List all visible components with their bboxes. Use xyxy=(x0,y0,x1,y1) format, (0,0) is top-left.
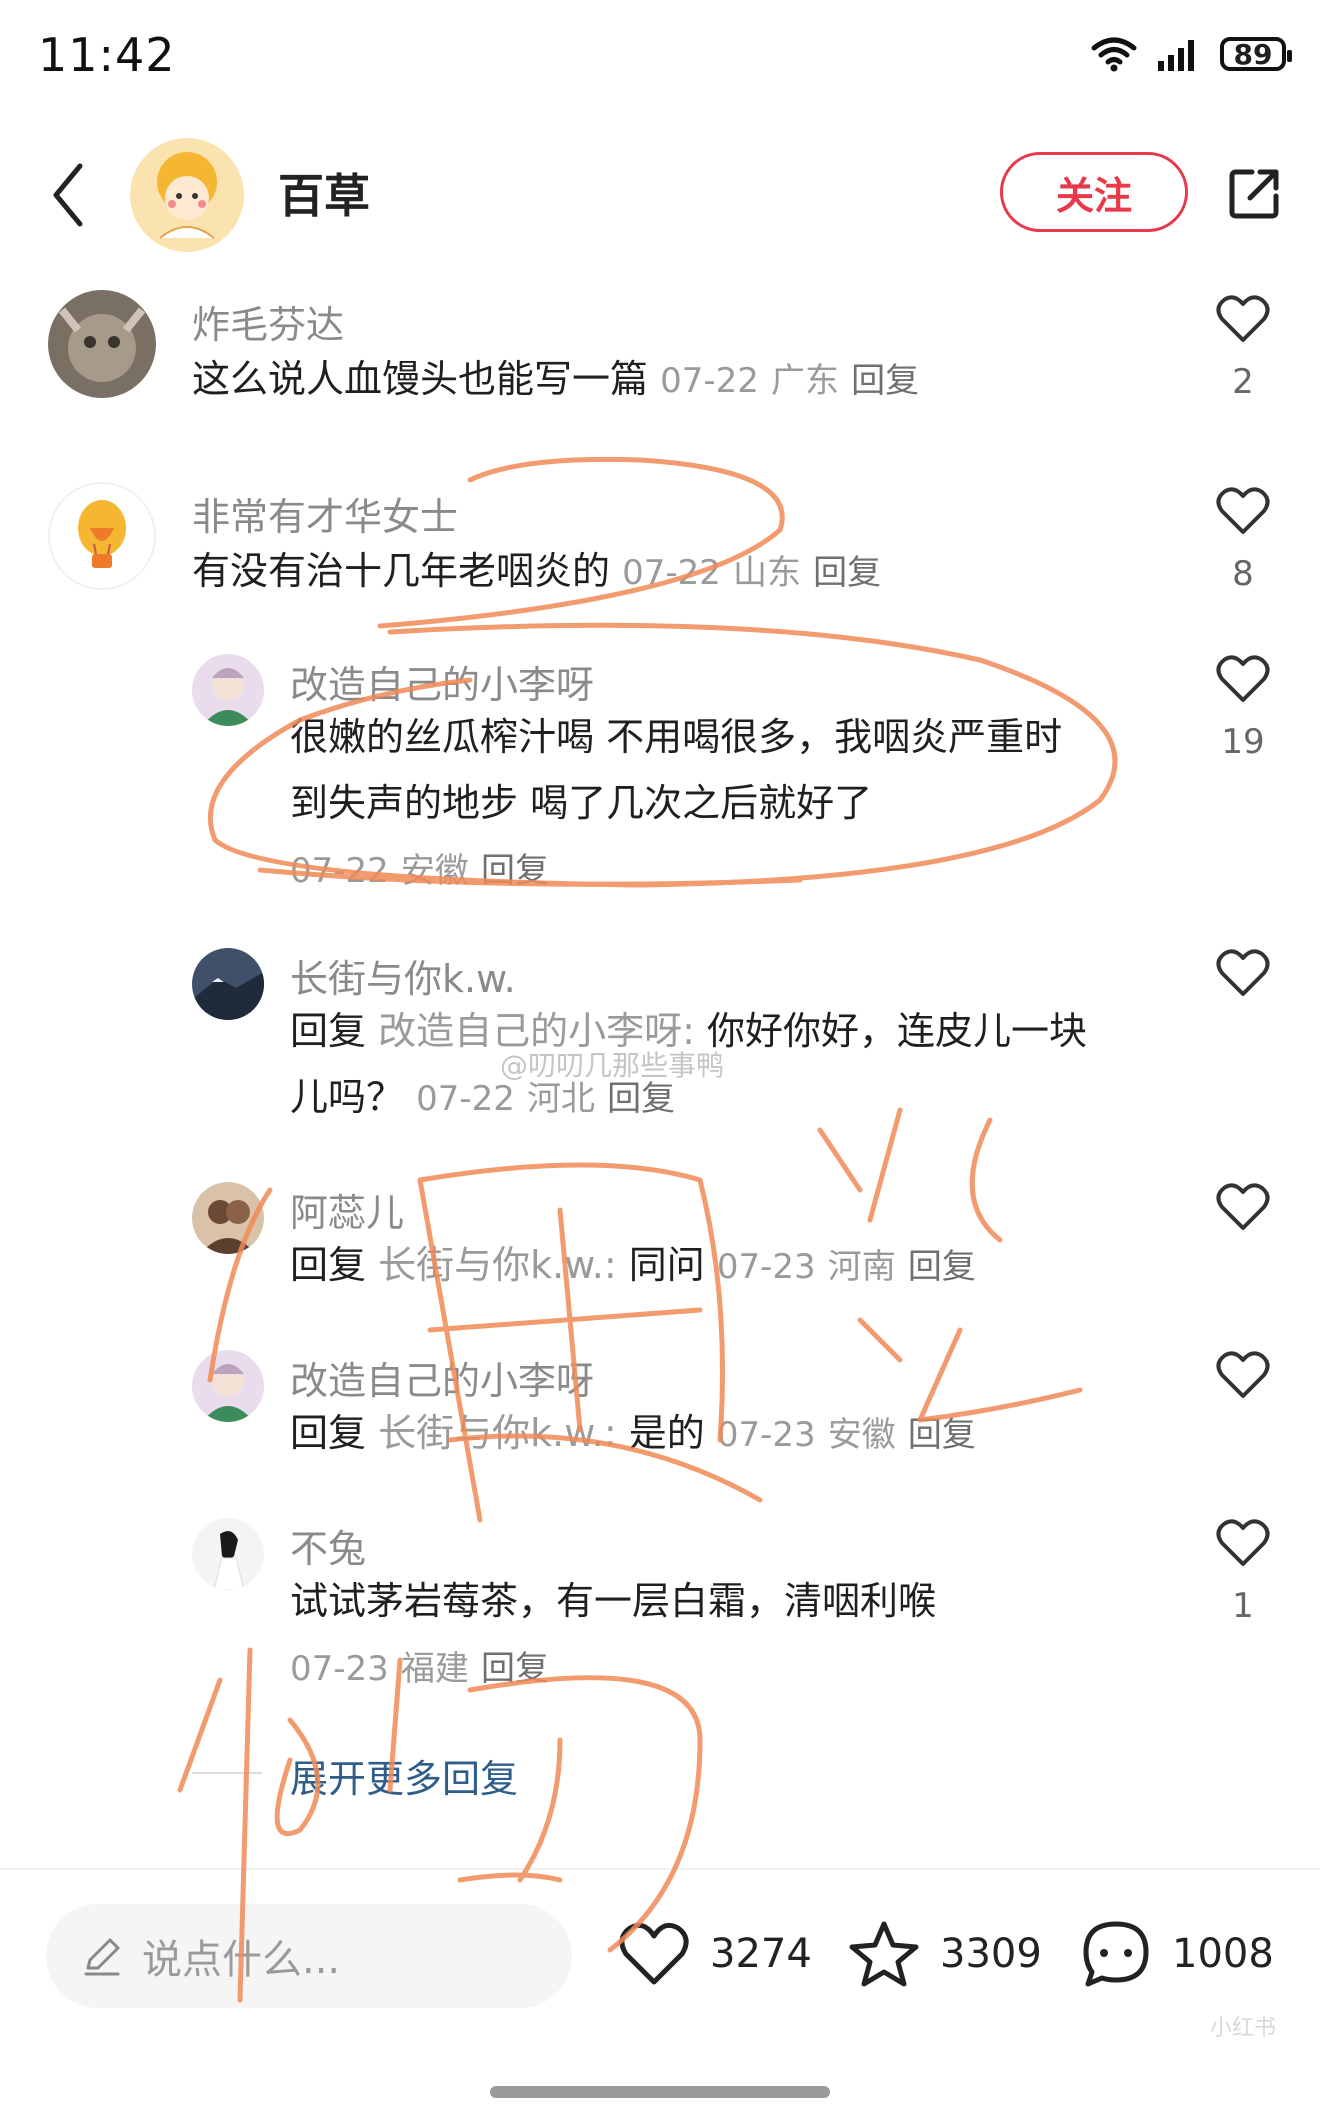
reply-username[interactable]: 长街与你k.w. xyxy=(290,948,516,1003)
avatar[interactable] xyxy=(192,948,264,1020)
reply-username[interactable]: 改造自己的小李呀 xyxy=(290,1350,594,1405)
reply-location: 河南 xyxy=(827,1247,896,1287)
reply-date: 07-23 xyxy=(716,1247,816,1287)
like-count: 2 xyxy=(1232,362,1254,402)
reply-username[interactable]: 改造自己的小李呀 xyxy=(290,654,594,709)
reply-link[interactable]: 回复 xyxy=(908,1415,976,1455)
like-count: 1 xyxy=(1232,1586,1254,1626)
expand-more-replies[interactable]: 展开更多回复 xyxy=(290,1748,518,1803)
avatar[interactable] xyxy=(48,290,156,398)
reply-prefix: 回复 xyxy=(290,1411,367,1455)
avatar[interactable] xyxy=(192,654,264,726)
avatar[interactable] xyxy=(48,482,156,590)
comment-body: 这么说人血馒头也能写一篇 xyxy=(192,357,649,401)
reply-link[interactable]: 回复 xyxy=(908,1247,976,1287)
heart-icon[interactable] xyxy=(1216,294,1270,344)
author-avatar[interactable] xyxy=(130,138,244,252)
heart-icon[interactable] xyxy=(1216,1182,1270,1232)
bottom-bar: 说点什么... 3274 3309 1008 xyxy=(0,1868,1320,2050)
comment-input[interactable]: 说点什么... xyxy=(46,1904,572,2008)
reply-date: 07-22 xyxy=(416,1079,515,1119)
follow-button[interactable]: 关注 xyxy=(1000,152,1188,232)
signal-icon xyxy=(1158,40,1194,71)
reply-link[interactable]: 回复 xyxy=(481,1649,549,1689)
reply-line: 到失声的地步 喝了几次之后就好了 xyxy=(290,781,873,825)
status-time: 11:42 xyxy=(38,28,176,82)
reply-link[interactable]: 回复 xyxy=(813,553,881,593)
like-button[interactable]: 3274 xyxy=(618,1918,812,1990)
star-icon xyxy=(849,1921,919,1987)
reply-link[interactable]: 回复 xyxy=(607,1079,675,1119)
corner-watermark: 小红书 xyxy=(1210,2016,1277,2041)
reply-link[interactable]: 回复 xyxy=(851,361,919,401)
reply-location: 安徽 xyxy=(827,1415,896,1455)
reply-date: 07-22 xyxy=(290,851,389,891)
heart-icon[interactable] xyxy=(1216,654,1270,704)
heart-icon[interactable] xyxy=(1216,486,1270,536)
home-indicator[interactable] xyxy=(490,2086,830,2098)
reply-date: 07-23 xyxy=(716,1415,816,1455)
back-icon[interactable] xyxy=(48,160,88,230)
heart-icon[interactable] xyxy=(1216,1350,1270,1400)
pen-icon xyxy=(84,1938,120,1976)
like-total: 3274 xyxy=(710,1931,812,1977)
reply-body-cont: 儿吗？ xyxy=(290,1075,405,1119)
reply-link[interactable]: 回复 xyxy=(481,851,549,891)
comment-date: 07-22 xyxy=(622,553,721,593)
comment-location: 广东 xyxy=(771,361,839,401)
status-icons: 89 xyxy=(1090,36,1292,72)
reply-meta: 07-22 安徽 回复 xyxy=(290,836,549,904)
comment-text: 这么说人血馒头也能写一篇 07-22 广东 回复 xyxy=(192,346,919,414)
comment-location: 山东 xyxy=(733,553,801,593)
comment-text: 有没有治十几年老咽炎的 07-22 山东 回复 xyxy=(192,538,881,606)
reply-date: 07-23 xyxy=(290,1649,389,1689)
like-count: 19 xyxy=(1221,722,1265,762)
avatar[interactable] xyxy=(192,1182,264,1254)
author-name[interactable]: 百草 xyxy=(278,160,370,226)
avatar[interactable] xyxy=(192,1518,264,1590)
quoted-user[interactable]: 长街与你k.w.: xyxy=(378,1243,617,1287)
watermark: @叨叨几那些事鸭 xyxy=(500,1049,725,1082)
reply-meta: 07-23 福建 回复 xyxy=(290,1634,549,1702)
share-icon[interactable] xyxy=(1226,164,1284,222)
comment-body: 有没有治十几年老咽炎的 xyxy=(192,549,611,593)
battery-indicator: 89 xyxy=(1220,37,1292,71)
reply-body: 同问 xyxy=(616,1243,705,1287)
reply-line: 回复 长街与你k.w.: 是的 07-23 安徽 回复 xyxy=(290,1400,976,1468)
quoted-user[interactable]: 长街与你k.w.: xyxy=(378,1411,617,1455)
reply-location: 福建 xyxy=(400,1649,469,1689)
favorite-total: 3309 xyxy=(940,1931,1042,1977)
comment-input-placeholder: 说点什么... xyxy=(142,1937,341,1983)
reply-location: 安徽 xyxy=(400,851,469,891)
divider xyxy=(192,1772,262,1774)
reply-body: 是的 xyxy=(616,1411,705,1455)
reply-location: 河北 xyxy=(527,1079,595,1119)
reply-username[interactable]: 不兔 xyxy=(290,1518,366,1573)
heart-icon[interactable] xyxy=(1216,948,1270,998)
comment-button[interactable]: 1008 xyxy=(1080,1918,1274,1990)
comment-username[interactable]: 非常有才华女士 xyxy=(192,486,458,541)
reply-body: 你好你好，连皮儿一块 xyxy=(694,1009,1088,1053)
favorite-button[interactable]: 3309 xyxy=(848,1918,1042,1990)
nav-bar: 百草 关注 xyxy=(0,130,1320,260)
comment-total: 1008 xyxy=(1172,1931,1274,1977)
reply-username[interactable]: 阿蕊儿 xyxy=(290,1182,404,1237)
heart-icon[interactable] xyxy=(1216,1518,1270,1568)
wifi-icon xyxy=(1091,37,1137,72)
reply-line: 回复 长街与你k.w.: 同问 07-23 河南 回复 xyxy=(290,1232,976,1300)
comment-username[interactable]: 炸毛芬达 xyxy=(192,294,344,349)
reply-prefix: 回复 xyxy=(290,1243,367,1287)
comment-date: 07-22 xyxy=(660,361,759,401)
like-count: 8 xyxy=(1232,554,1254,594)
reply-prefix: 回复 xyxy=(290,1009,367,1053)
reply-line: 很嫩的丝瓜榨汁喝 不用喝很多，我咽炎严重时 xyxy=(290,715,1063,759)
comment-icon xyxy=(1083,1921,1149,1987)
battery-level: 89 xyxy=(1233,37,1273,71)
avatar[interactable] xyxy=(192,1350,264,1422)
heart-icon xyxy=(619,1922,689,1985)
reply-line: 试试茅岩莓茶，有一层白霜，清咽利喉 xyxy=(290,1579,937,1623)
